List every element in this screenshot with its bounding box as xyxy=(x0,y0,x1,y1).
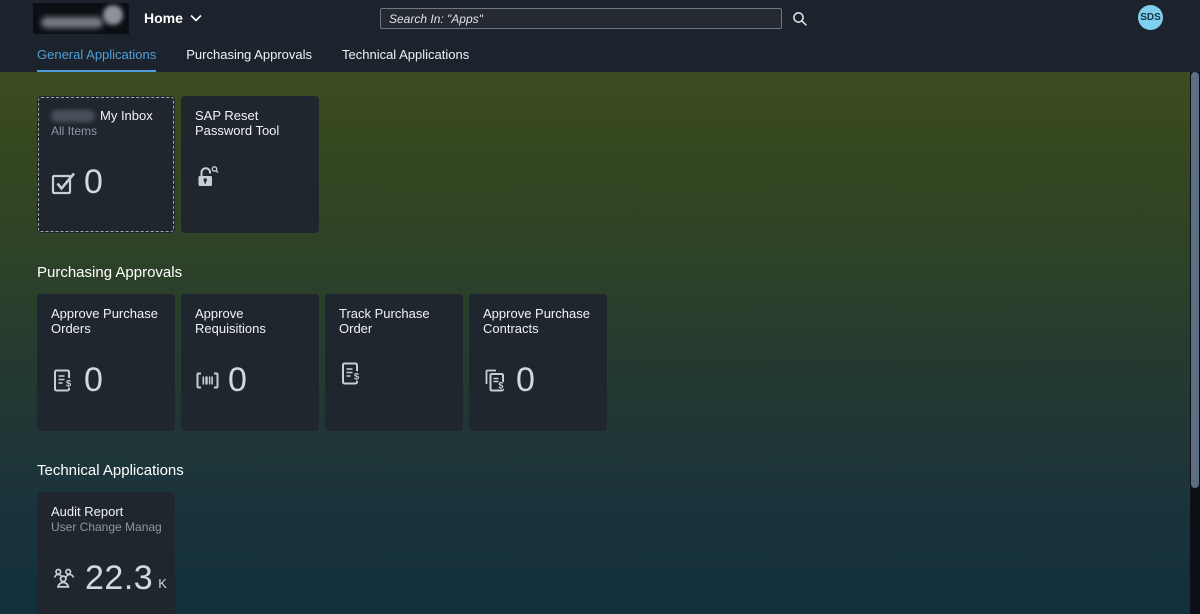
tile-count: 22.3 xyxy=(85,558,153,598)
inbox-task-icon xyxy=(50,169,77,196)
top-bar: Home SDS xyxy=(0,0,1200,36)
tile-group-technical: Audit Report User Change Manag… 22.3 K xyxy=(37,492,1200,614)
search-area xyxy=(380,8,808,29)
barcode-icon xyxy=(194,367,221,394)
tab-purchasing-approvals[interactable]: Purchasing Approvals xyxy=(186,36,312,72)
scrollbar-thumb[interactable] xyxy=(1191,72,1199,488)
svg-text:$: $ xyxy=(66,378,72,389)
chevron-down-icon xyxy=(190,14,202,22)
company-logo xyxy=(33,3,129,34)
tile-track-purchase-order[interactable]: Track Purchase Order $ xyxy=(325,294,463,431)
tile-title: Approve Purchase Orders xyxy=(51,306,161,336)
tile-my-inbox[interactable]: My Inbox All Items 0 xyxy=(37,96,175,233)
tile-title: Track Purchase Order xyxy=(339,306,449,336)
sales-order-icon: $ xyxy=(50,367,77,394)
logo-redacted-blur xyxy=(41,17,103,28)
search-icon xyxy=(792,11,808,27)
tile-sap-reset-password-tool[interactable]: SAP Reset Password Tool xyxy=(181,96,319,233)
tab-general-applications[interactable]: General Applications xyxy=(37,36,156,72)
tile-kpi: 22.3 K xyxy=(50,558,167,598)
contracts-icon: $ xyxy=(482,367,509,394)
search-input[interactable] xyxy=(380,8,782,29)
shell-header: Home SDS General Applications Purchasing… xyxy=(0,0,1200,72)
unlock-search-icon xyxy=(194,162,221,189)
tile-title: SAP Reset Password Tool xyxy=(195,108,305,138)
tile-title: Audit Report xyxy=(51,504,161,519)
group-heading-technical-applications: Technical Applications xyxy=(37,461,1200,480)
page-title: Home xyxy=(144,10,183,26)
tile-subtitle: User Change Manag… xyxy=(51,520,161,534)
avatar[interactable]: SDS xyxy=(1138,5,1163,30)
tile-count: 0 xyxy=(228,360,247,400)
tile-kpi: $ 0 xyxy=(482,360,535,400)
employee-group-icon xyxy=(50,564,78,592)
svg-text:$: $ xyxy=(354,371,360,382)
group-heading-purchasing-approvals: Purchasing Approvals xyxy=(37,263,1200,282)
tile-kpi: $ xyxy=(338,360,365,387)
scrollbar-track[interactable] xyxy=(1190,72,1200,614)
tile-title: My Inbox xyxy=(51,108,161,123)
tile-subtitle: All Items xyxy=(51,124,161,138)
tab-technical-applications[interactable]: Technical Applications xyxy=(342,36,469,72)
logo-redacted-blur-2 xyxy=(103,5,123,25)
tile-approve-purchase-orders[interactable]: Approve Purchase Orders $ 0 xyxy=(37,294,175,431)
tile-kpi: $ 0 xyxy=(50,360,103,400)
anchor-tab-bar: General Applications Purchasing Approval… xyxy=(0,36,1200,72)
tile-group-general: My Inbox All Items 0 SAP Reset Password … xyxy=(37,96,1200,233)
search-button[interactable] xyxy=(792,11,808,27)
tile-kpi: 0 xyxy=(194,360,247,400)
avatar-initials: SDS xyxy=(1140,12,1161,23)
tile-audit-report[interactable]: Audit Report User Change Manag… 22.3 K xyxy=(37,492,175,614)
tile-kpi: 0 xyxy=(50,162,103,202)
tile-kpi xyxy=(194,162,221,189)
launchpad-content: My Inbox All Items 0 SAP Reset Password … xyxy=(0,72,1200,614)
tile-approve-requisitions[interactable]: Approve Requisitions 0 xyxy=(181,294,319,431)
tile-group-purchasing: Approve Purchase Orders $ 0 Approve Requ… xyxy=(37,294,1200,431)
tile-count: 0 xyxy=(516,360,535,400)
tile-approve-purchase-contracts[interactable]: Approve Purchase Contracts $ 0 xyxy=(469,294,607,431)
tile-count-scale: K xyxy=(158,576,167,598)
tile-count: 0 xyxy=(84,360,103,400)
tile-title: Approve Purchase Contracts xyxy=(483,306,593,336)
svg-text:$: $ xyxy=(498,380,503,390)
tile-title: Approve Requisitions xyxy=(195,306,305,336)
tile-count: 0 xyxy=(84,162,103,202)
redacted-text xyxy=(51,110,95,122)
page-title-menu[interactable]: Home xyxy=(144,10,202,26)
sales-order-icon: $ xyxy=(338,360,365,387)
